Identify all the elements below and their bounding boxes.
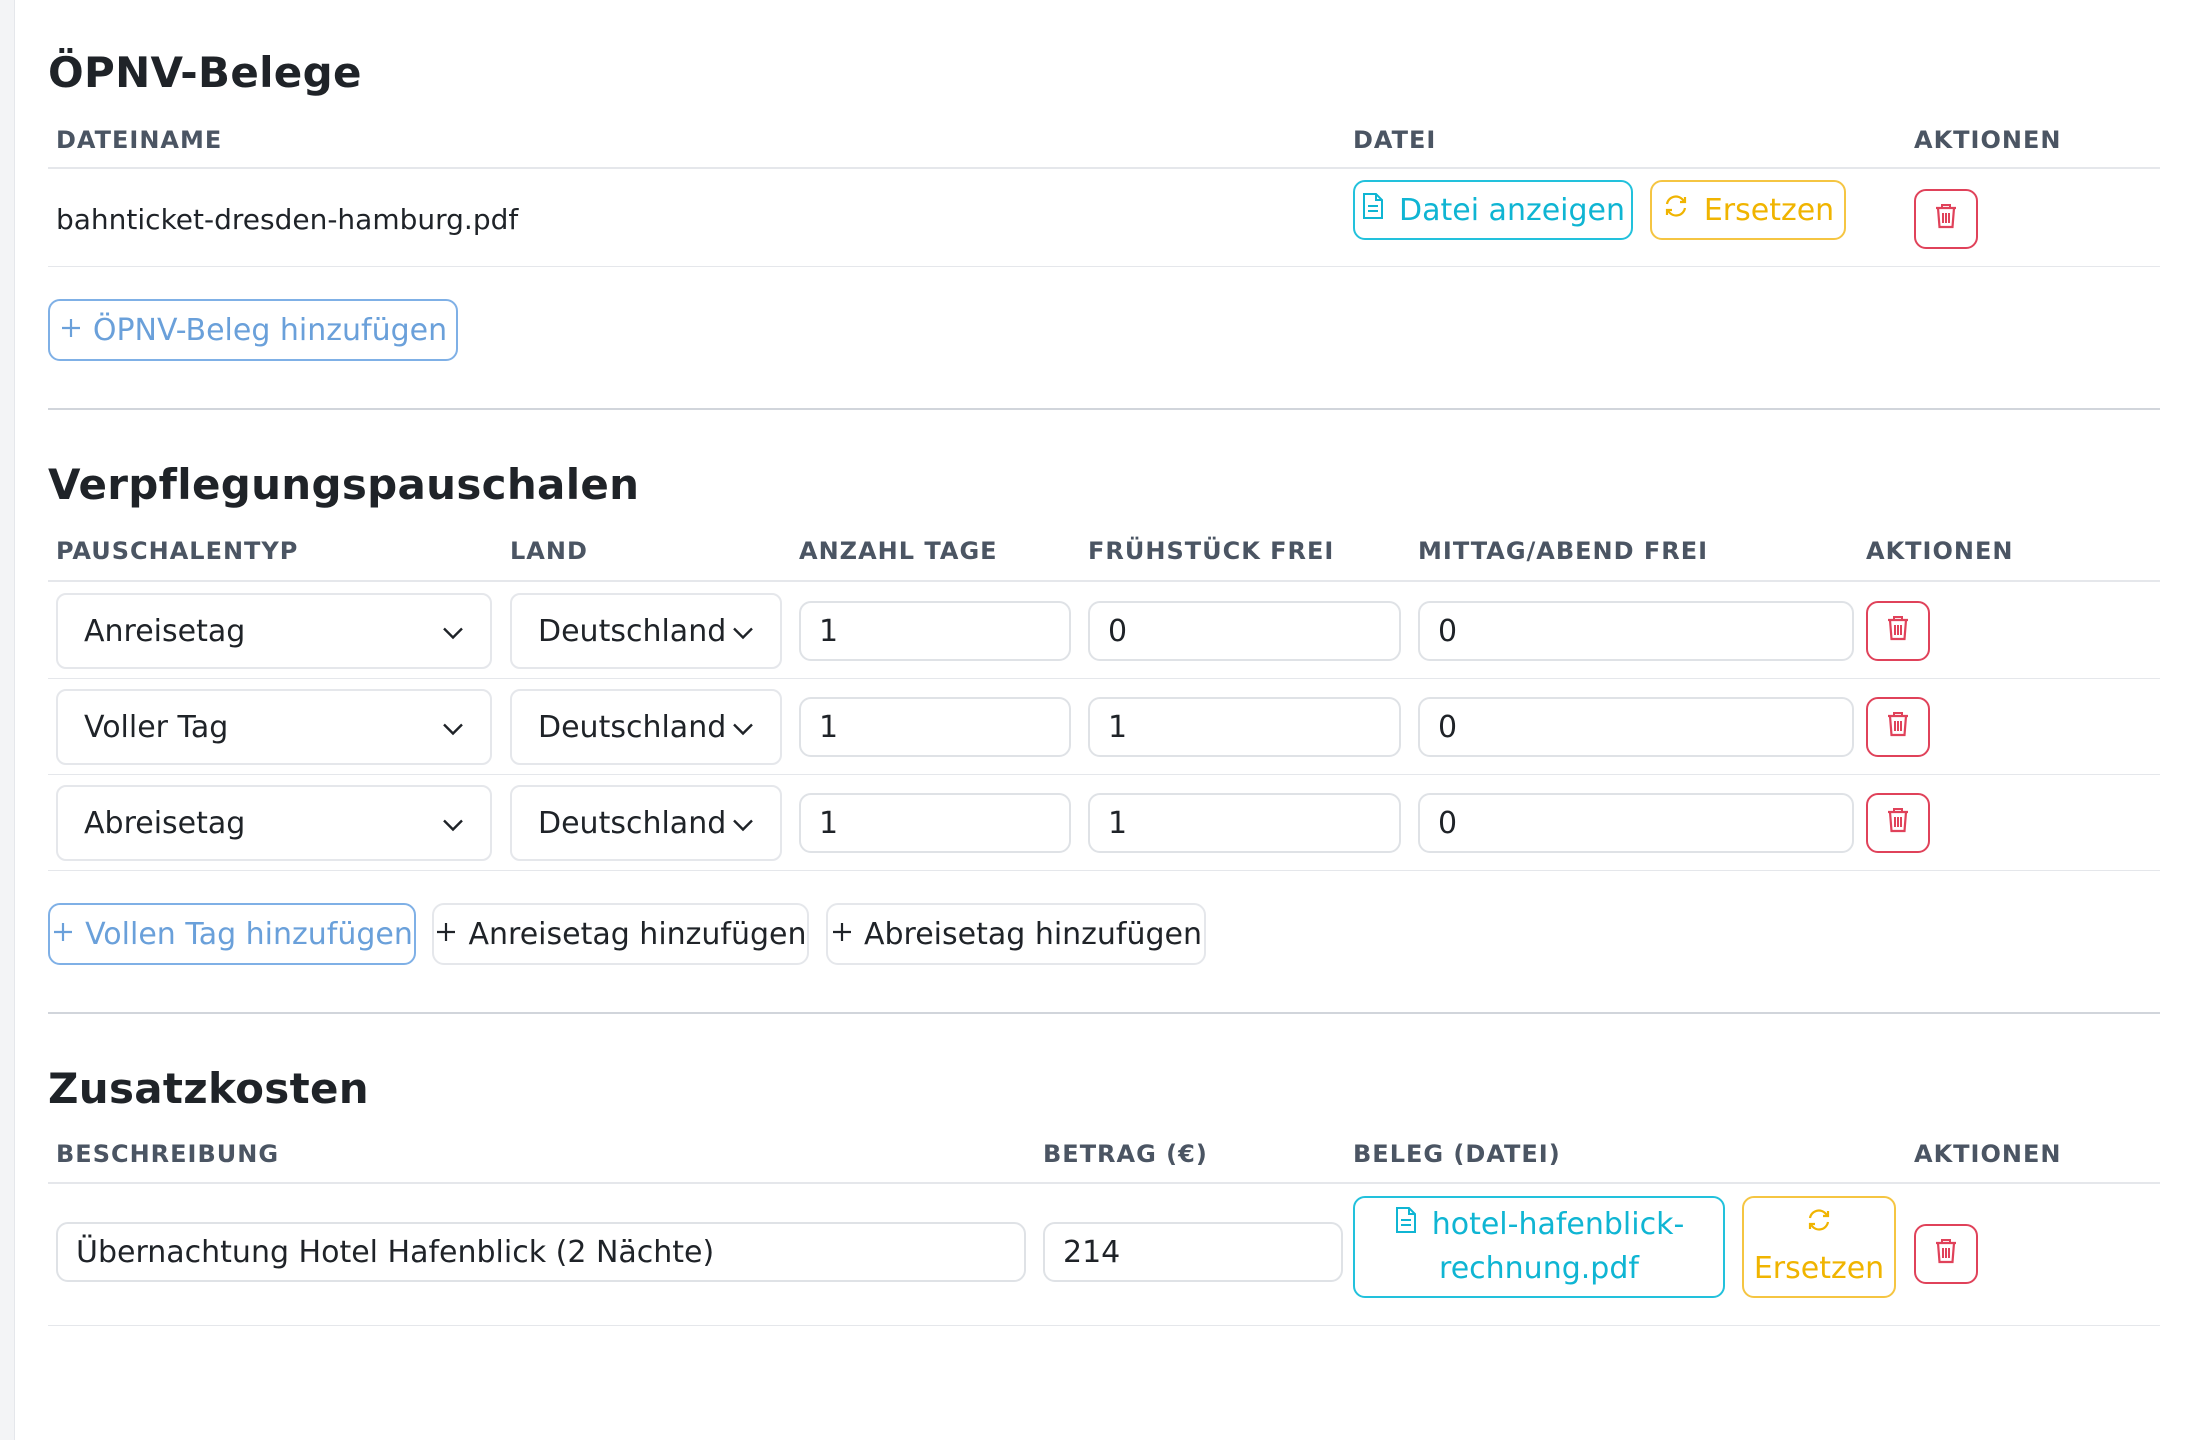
add-full-day-button[interactable]: Vollen Tag hinzufügen: [48, 903, 416, 965]
breakfast-free-input[interactable]: 1: [1088, 793, 1401, 853]
meals-header-rule: [48, 580, 2160, 582]
trash-icon: [1886, 710, 1910, 745]
view-file-label: Datei anzeigen: [1398, 192, 1626, 228]
opnv-section-title: ÖPNV-Belege: [48, 48, 362, 97]
trash-icon: [1934, 1237, 1958, 1272]
add-departure-day-label: Abreisetag hinzufügen: [863, 916, 1203, 952]
chevron-down-icon: [442, 614, 464, 649]
country-select[interactable]: Deutschland: [510, 593, 782, 669]
country-select[interactable]: Deutschland: [510, 689, 782, 765]
delete-meal-button[interactable]: [1866, 697, 1930, 757]
delete-meal-button[interactable]: [1866, 601, 1930, 661]
days-input[interactable]: 1: [799, 697, 1071, 757]
meals-row-rule: [48, 774, 2160, 775]
document-icon: [1394, 1203, 1418, 1247]
lunch-dinner-free-input[interactable]: 0: [1418, 793, 1854, 853]
breakfast-free-input[interactable]: 0: [1088, 601, 1401, 661]
left-rail: [0, 0, 15, 1440]
opnv-header-file: DATEI: [1353, 126, 1437, 154]
extra-header-amount: BETRAG (€): [1043, 1140, 1208, 1168]
extra-section-title: Zusatzkosten: [48, 1064, 369, 1113]
meals-header-lunch-dinner: MITTAG/ABEND FREI: [1418, 537, 1709, 565]
meals-header-type: PAUSCHALENTYP: [56, 537, 299, 565]
opnv-header-filename: DATEINAME: [56, 126, 223, 154]
add-arrival-day-button[interactable]: Anreisetag hinzufügen: [432, 903, 809, 965]
chevron-down-icon: [732, 614, 754, 649]
add-arrival-day-label: Anreisetag hinzufügen: [468, 916, 807, 952]
country-value: Deutschland: [538, 613, 727, 649]
add-opnv-button[interactable]: ÖPNV-Beleg hinzufügen: [48, 299, 458, 361]
refresh-icon: [1805, 1203, 1833, 1247]
description-input[interactable]: Übernachtung Hotel Hafenblick (2 Nächte): [56, 1222, 1026, 1282]
replace-file-button[interactable]: Ersetzen: [1650, 180, 1846, 240]
chevron-down-icon: [732, 710, 754, 745]
opnv-row-rule: [48, 266, 2160, 267]
meals-header-breakfast: FRÜHSTÜCK FREI: [1088, 537, 1335, 565]
meals-section-title: Verpflegungspauschalen: [48, 460, 640, 509]
extra-row-rule: [48, 1325, 2160, 1326]
replace-receipt-button[interactable]: Ersetzen: [1742, 1196, 1896, 1298]
delete-extra-button[interactable]: [1914, 1224, 1978, 1284]
trash-icon: [1934, 202, 1958, 237]
plus-icon: [830, 917, 854, 952]
chevron-down-icon: [732, 806, 754, 841]
plus-icon: [434, 917, 458, 952]
meal-type-value: Anreisetag: [84, 613, 246, 649]
amount-input[interactable]: 214: [1043, 1222, 1343, 1282]
meal-type-value: Abreisetag: [84, 805, 246, 841]
receipt-filename-line2: rechnung.pdf: [1439, 1251, 1639, 1286]
meal-type-select[interactable]: Voller Tag: [56, 689, 492, 765]
trash-icon: [1886, 614, 1910, 649]
view-receipt-button[interactable]: hotel-hafenblick- rechnung.pdf: [1353, 1196, 1725, 1298]
replace-receipt-label: Ersetzen: [1753, 1251, 1885, 1286]
section-divider-1: [48, 408, 2160, 410]
add-departure-day-button[interactable]: Abreisetag hinzufügen: [826, 903, 1206, 965]
view-file-button[interactable]: Datei anzeigen: [1353, 180, 1633, 240]
section-divider-2: [48, 1012, 2160, 1014]
extra-header-description: BESCHREIBUNG: [56, 1140, 280, 1168]
breakfast-free-input[interactable]: 1: [1088, 697, 1401, 757]
replace-file-label: Ersetzen: [1703, 192, 1835, 228]
meals-header-actions: AKTIONEN: [1866, 537, 2014, 565]
extra-header-actions: AKTIONEN: [1914, 1140, 2062, 1168]
opnv-header-rule: [48, 167, 2160, 169]
meal-type-value: Voller Tag: [84, 709, 229, 745]
meals-header-country: LAND: [510, 537, 588, 565]
days-input[interactable]: 1: [799, 601, 1071, 661]
meal-type-select[interactable]: Anreisetag: [56, 593, 492, 669]
refresh-icon: [1662, 192, 1690, 228]
opnv-filename: bahnticket-dresden-hamburg.pdf: [56, 203, 519, 236]
chevron-down-icon: [442, 806, 464, 841]
days-input[interactable]: 1: [799, 793, 1071, 853]
receipt-filename-line1: hotel-hafenblick-: [1431, 1207, 1685, 1242]
extra-header-receipt: BELEG (DATEI): [1353, 1140, 1561, 1168]
meals-header-days: ANZAHL TAGE: [799, 537, 998, 565]
opnv-header-actions: AKTIONEN: [1914, 126, 2062, 154]
add-full-day-label: Vollen Tag hinzufügen: [85, 916, 413, 952]
plus-icon: [59, 313, 83, 348]
document-icon: [1361, 192, 1385, 228]
trash-icon: [1886, 806, 1910, 841]
country-value: Deutschland: [538, 805, 727, 841]
chevron-down-icon: [442, 710, 464, 745]
country-select[interactable]: Deutschland: [510, 785, 782, 861]
delete-meal-button[interactable]: [1866, 793, 1930, 853]
delete-opnv-button[interactable]: [1914, 189, 1978, 249]
plus-icon: [51, 917, 75, 952]
meal-type-select[interactable]: Abreisetag: [56, 785, 492, 861]
add-opnv-label: ÖPNV-Beleg hinzufügen: [92, 312, 448, 348]
country-value: Deutschland: [538, 709, 727, 745]
lunch-dinner-free-input[interactable]: 0: [1418, 601, 1854, 661]
extra-header-rule: [48, 1182, 2160, 1184]
lunch-dinner-free-input[interactable]: 0: [1418, 697, 1854, 757]
meals-row-rule: [48, 678, 2160, 679]
meals-row-rule: [48, 870, 2160, 871]
